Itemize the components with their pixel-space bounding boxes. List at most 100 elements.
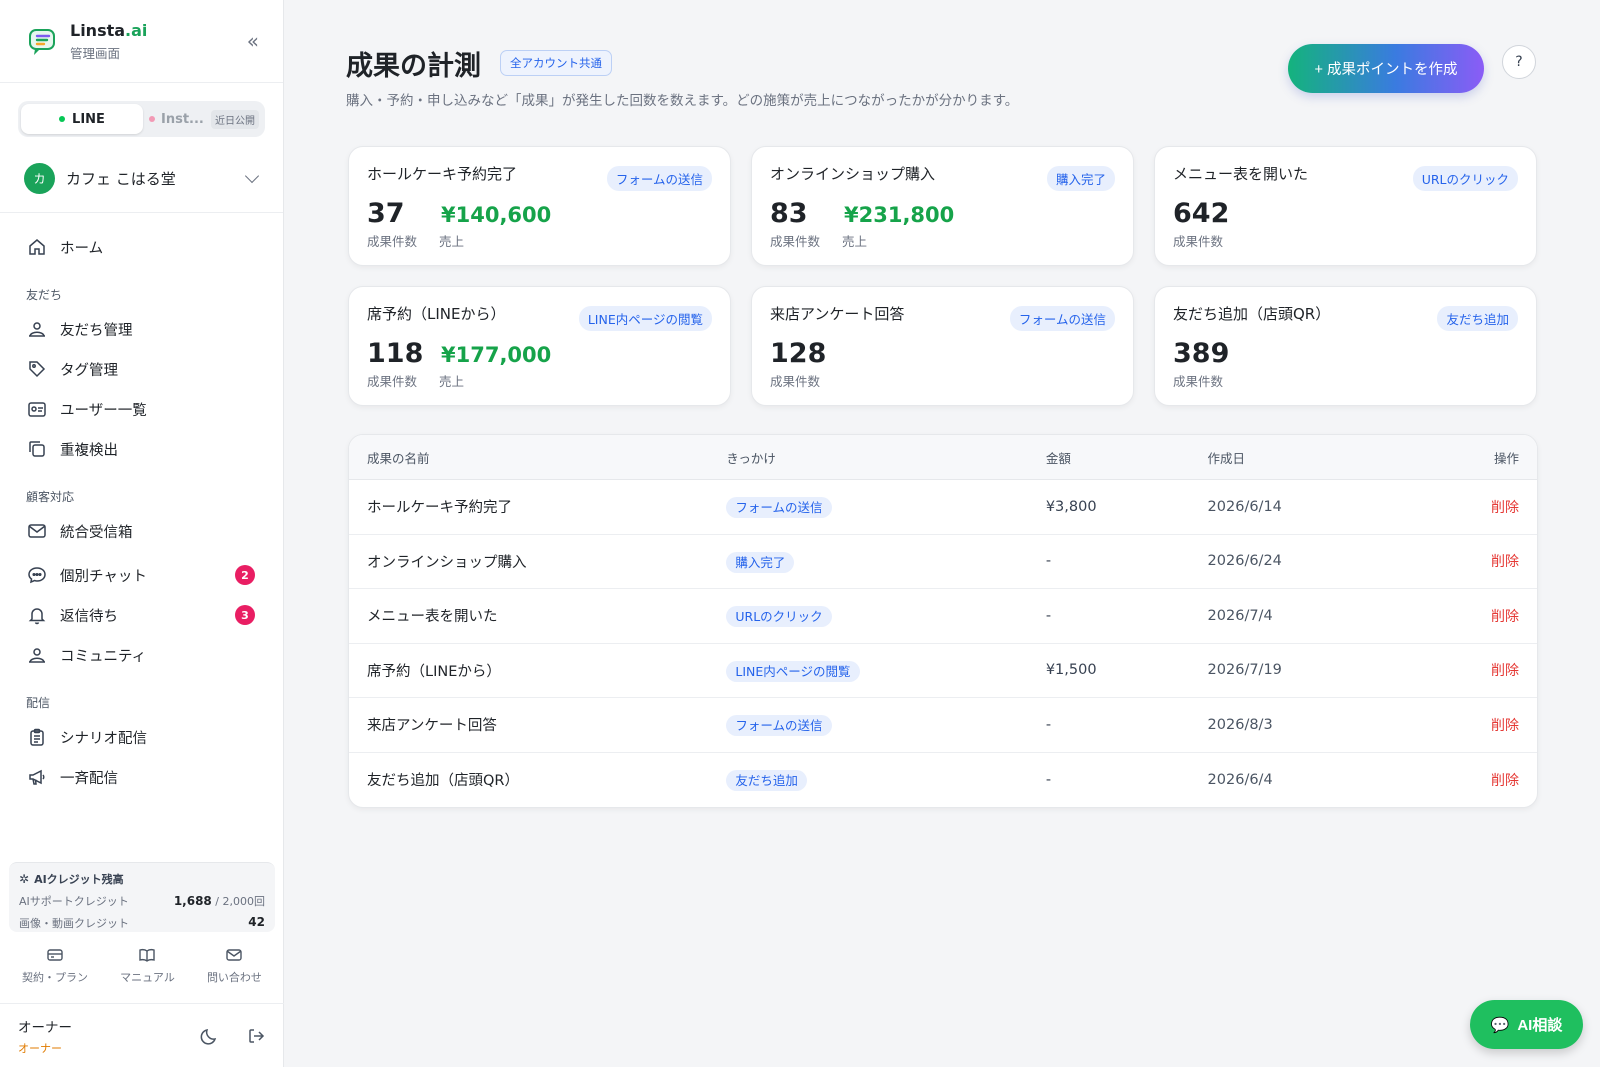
chat-bubble-icon: 💬 — [1490, 1016, 1510, 1034]
nav-item-user-list[interactable]: ユーザー一覧 — [0, 389, 283, 429]
card-sales-label: 売上 — [842, 234, 868, 249]
nav-item-tags[interactable]: タグ管理 — [0, 349, 283, 389]
support-credit-value: 1,688 / 2,000回 — [174, 893, 265, 909]
line-status-dot — [59, 116, 66, 122]
account-selector[interactable]: カ カフェ こはる堂 — [0, 145, 283, 213]
contact-link[interactable]: 問い合わせ — [207, 946, 262, 985]
card-metrics: 389 — [1173, 338, 1518, 369]
nav-item-community[interactable]: コミュニティ — [0, 635, 283, 675]
delete-button[interactable]: 削除 — [1491, 718, 1519, 734]
row-action: 削除 — [1457, 660, 1537, 680]
column-header-date: 作成日 — [1207, 450, 1246, 466]
clipboard-icon — [30, 728, 44, 746]
delete-button[interactable]: 削除 — [1491, 663, 1519, 679]
brand-name-main: Linsta — [70, 20, 126, 40]
nav-item-friends-manage[interactable]: 友だち管理 — [0, 309, 283, 349]
logout-icon[interactable] — [246, 1026, 266, 1046]
nav-item-duplicates[interactable]: 重複検出 — [0, 429, 283, 469]
conversion-card[interactable]: ホールケーキ予約完了 フォームの送信 37 ¥140,600 成果件数 売上 — [348, 146, 731, 266]
brand-name-suffix: .ai — [125, 20, 148, 40]
trigger-pill: 友だち追加 — [726, 770, 807, 792]
card-trigger-tag: URLのクリック — [1412, 166, 1518, 191]
contract-plan-link[interactable]: 契約・プラン — [22, 946, 88, 985]
row-action: 削除 — [1457, 497, 1537, 517]
channel-instagram-tab[interactable]: Inst... — [149, 112, 204, 127]
nav-label: ユーザー一覧 — [60, 402, 147, 419]
row-action: 削除 — [1457, 770, 1537, 790]
card-count: 37 — [367, 198, 405, 229]
home-icon — [29, 239, 45, 255]
card-metrics: 128 — [770, 338, 1115, 369]
column-header-amount: 金額 — [1045, 450, 1071, 466]
manual-label: マニュアル — [120, 971, 175, 984]
card-metrics: 37 ¥140,600 — [367, 198, 712, 229]
conversion-card[interactable]: オンラインショップ購入 購入完了 83 ¥231,800 成果件数 売上 — [751, 146, 1134, 266]
nav-item-broadcast[interactable]: 一斉配信 — [0, 757, 283, 797]
conversion-card[interactable]: メニュー表を開いた URLのクリック 642 成果件数 — [1154, 146, 1537, 266]
owner-bar: オーナー オーナー — [0, 1003, 284, 1067]
card-count: 642 — [1173, 198, 1230, 229]
brand-header: Linsta.ai 管理画面 « — [0, 0, 283, 83]
account-name: カフェ こはる堂 — [66, 170, 176, 188]
delete-button[interactable]: 削除 — [1491, 609, 1519, 625]
channel-line-tab[interactable]: LINE — [21, 104, 143, 134]
card-count-label: 成果件数 — [367, 234, 418, 249]
chat-bubble-icon — [28, 567, 46, 584]
page-description: 購入・予約・申し込みなど「成果」が発生した回数を数えます。どの施策が売上につなが… — [346, 93, 1019, 109]
nav-item-scenario[interactable]: シナリオ配信 — [0, 717, 283, 757]
book-icon — [139, 949, 156, 962]
support-credit-row: AIサポートクレジット 1,688 / 2,000回 — [19, 893, 265, 909]
conversion-card[interactable]: 来店アンケート回答 フォームの送信 128 成果件数 — [751, 286, 1134, 406]
owner-role: オーナー — [18, 1041, 62, 1055]
collapse-sidebar-icon[interactable]: « — [247, 29, 259, 53]
nav-item-home[interactable]: ホーム — [0, 227, 283, 267]
card-metric-labels: 成果件数 売上 — [367, 231, 712, 250]
media-credit-row: 画像・動画クレジット 42 — [19, 915, 265, 931]
sidebar-footer-links: 契約・プラン マニュアル 問い合わせ — [0, 946, 284, 985]
row-amount: ¥1,500 — [1045, 662, 1097, 679]
conversion-card[interactable]: 友だち追加（店頭QR） 友だち追加 389 成果件数 — [1154, 286, 1537, 406]
nav-label: シナリオ配信 — [60, 730, 147, 747]
nav-item-awaiting-reply[interactable]: 返信待ち 3 — [0, 595, 283, 635]
conversion-card[interactable]: 席予約（LINEから） LINE内ページの閲覧 118 ¥177,000 成果件数… — [348, 286, 731, 406]
delete-button[interactable]: 削除 — [1491, 500, 1519, 516]
mail-icon — [28, 524, 46, 538]
delete-button[interactable]: 削除 — [1491, 773, 1519, 789]
row-date: 2026/7/4 — [1207, 607, 1273, 624]
table-row: オンラインショップ購入 購入完了 - 2026/6/24 削除 — [349, 535, 1537, 589]
support-credit-total: / 2,000回 — [215, 895, 265, 908]
mail-icon — [226, 949, 243, 961]
table-row: ホールケーキ予約完了 フォームの送信 ¥3,800 2026/6/14 削除 — [349, 480, 1537, 535]
ai-credit-panel: ✲ AIクレジット残高 AIサポートクレジット 1,688 / 2,000回 画像… — [9, 862, 275, 932]
create-conversion-button[interactable]: + 成果ポイントを作成 — [1288, 44, 1484, 93]
ai-chat-button[interactable]: 💬 AI相談 — [1470, 1000, 1583, 1049]
nav-label: 一斉配信 — [60, 770, 118, 787]
megaphone-icon — [29, 769, 45, 785]
help-button[interactable]: ? — [1502, 45, 1536, 79]
trigger-pill: フォームの送信 — [726, 497, 832, 519]
users-icon — [29, 322, 45, 337]
tag-icon — [29, 361, 46, 378]
manual-link[interactable]: マニュアル — [120, 946, 175, 985]
row-amount: - — [1045, 607, 1052, 624]
column-header-action: 操作 — [1493, 450, 1519, 466]
nav-item-inbox[interactable]: 統合受信箱 — [0, 511, 283, 551]
card-metric-labels: 成果件数 — [770, 371, 1115, 390]
nav-item-chat[interactable]: 個別チャット 2 — [0, 555, 283, 595]
nav-label: 重複検出 — [60, 442, 118, 459]
delete-button[interactable]: 削除 — [1491, 554, 1519, 570]
row-amount: ¥3,800 — [1045, 498, 1097, 515]
column-header-trigger: きっかけ — [726, 450, 776, 466]
row-name: メニュー表を開いた — [367, 609, 498, 626]
row-trigger: フォームの送信 — [726, 715, 1045, 737]
row-date: 2026/6/14 — [1207, 498, 1282, 515]
moon-icon[interactable] — [200, 1026, 220, 1046]
row-action: 削除 — [1457, 715, 1537, 735]
row-trigger: 友だち追加 — [726, 770, 1045, 792]
card-sales-label: 売上 — [439, 374, 465, 389]
row-date: 2026/8/3 — [1207, 716, 1273, 733]
copy-icon — [29, 441, 45, 457]
channel-toggle: LINE Inst... 近日公開 — [18, 101, 265, 137]
card-metric-labels: 成果件数 — [1173, 231, 1518, 250]
table-row: メニュー表を開いた URLのクリック - 2026/7/4 削除 — [349, 589, 1537, 644]
